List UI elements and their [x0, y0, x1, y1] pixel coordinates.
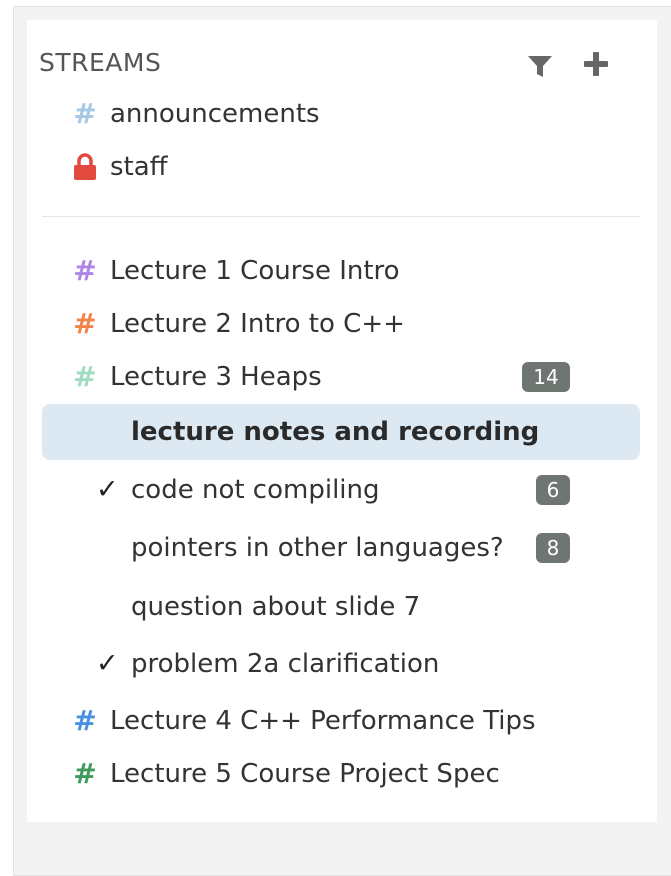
stream-hash-icon: # [73, 360, 97, 393]
stream-hash-icon: # [73, 757, 97, 790]
stream-row-lecture-4[interactable]: # Lecture 4 C++ Performance Tips [42, 698, 640, 744]
topic-label: lecture notes and recording [131, 417, 540, 447]
stream-label: Lecture 3 Heaps [110, 362, 322, 392]
topic-label: problem 2a clarification [131, 649, 440, 679]
unread-count-badge: 14 [522, 362, 570, 392]
stream-hash-icon: # [73, 254, 97, 287]
stream-row-lecture-3[interactable]: # Lecture 3 Heaps 14 [42, 354, 640, 400]
topic-row-code-not-compiling[interactable]: ✓ code not compiling 6 [42, 467, 640, 513]
filter-icon[interactable] [527, 53, 553, 79]
topic-label: code not compiling [131, 475, 380, 505]
stream-hash-icon: # [73, 97, 97, 130]
topic-label: question about slide 7 [131, 592, 421, 622]
resolved-check-icon: ✓ [96, 648, 119, 679]
topic-row-lecture-notes[interactable]: lecture notes and recording [42, 404, 640, 460]
stream-row-lecture-1[interactable]: # Lecture 1 Course Intro [42, 248, 640, 294]
stream-row-lecture-2[interactable]: # Lecture 2 Intro to C++ [42, 301, 640, 347]
unread-count-badge: 6 [536, 475, 570, 505]
stream-hash-icon: # [73, 704, 97, 737]
topic-row-slide-7[interactable]: question about slide 7 [42, 584, 640, 630]
section-divider [42, 216, 640, 217]
resolved-check-icon: ✓ [96, 474, 119, 505]
stream-row-announcements[interactable]: # announcements [42, 91, 640, 137]
stream-label: Lecture 1 Course Intro [110, 256, 400, 286]
topic-row-pointers[interactable]: pointers in other languages? 8 [42, 525, 640, 571]
stream-row-staff[interactable]: staff [42, 144, 640, 190]
stream-label: staff [110, 152, 168, 182]
add-stream-plus-icon[interactable] [583, 51, 609, 77]
stream-row-lecture-5[interactable]: # Lecture 5 Course Project Spec [42, 751, 640, 797]
stream-hash-icon: # [73, 307, 97, 340]
stream-label: Lecture 5 Course Project Spec [110, 759, 500, 789]
unread-count-badge: 8 [536, 533, 570, 563]
stream-label: Lecture 2 Intro to C++ [110, 309, 405, 339]
stream-label: Lecture 4 C++ Performance Tips [110, 706, 536, 736]
topic-row-problem-2a[interactable]: ✓ problem 2a clarification [42, 641, 640, 687]
streams-header-title: STREAMS [39, 48, 162, 77]
streams-header: STREAMS [39, 44, 608, 84]
topic-label: pointers in other languages? [131, 533, 504, 563]
lock-icon [70, 144, 100, 190]
stream-label: announcements [110, 99, 320, 129]
